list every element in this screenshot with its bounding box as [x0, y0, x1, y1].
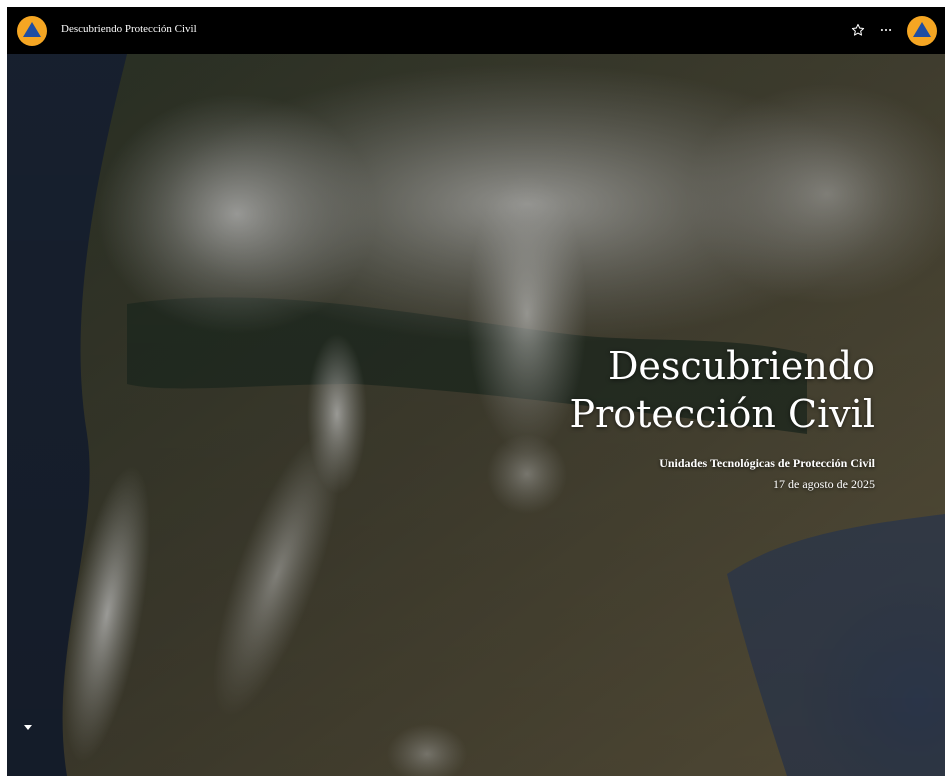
hero-text: Descubriendo Protección Civil Unidades T… — [455, 342, 875, 492]
star-outline-icon — [851, 23, 865, 36]
hero-title-line2: Protección Civil — [569, 392, 875, 436]
civil-protection-logo-icon[interactable] — [17, 16, 47, 46]
hero-title: Descubriendo Protección Civil — [455, 342, 875, 438]
hero-title-line1: Descubriendo — [607, 344, 875, 388]
civil-protection-logo-icon[interactable] — [907, 16, 937, 46]
story-title[interactable]: Descubriendo Protección Civil — [61, 23, 197, 35]
hero-date: 17 de agosto de 2025 — [773, 477, 875, 491]
arrow-down-icon — [24, 725, 32, 730]
hero-author: Unidades Tecnológicas de Protección Civi… — [659, 456, 875, 470]
top-bar: Descubriendo Protección Civil — [7, 7, 945, 54]
hero-cover: Descubriendo Protección Civil Unidades T… — [7, 54, 945, 776]
scroll-down-button[interactable] — [21, 720, 35, 734]
story-frame: Descubriendo Protección Civil Descubrien… — [7, 7, 945, 776]
more-horizontal-icon — [880, 28, 892, 32]
favorite-button[interactable] — [849, 21, 867, 39]
more-options-button[interactable] — [877, 21, 895, 39]
